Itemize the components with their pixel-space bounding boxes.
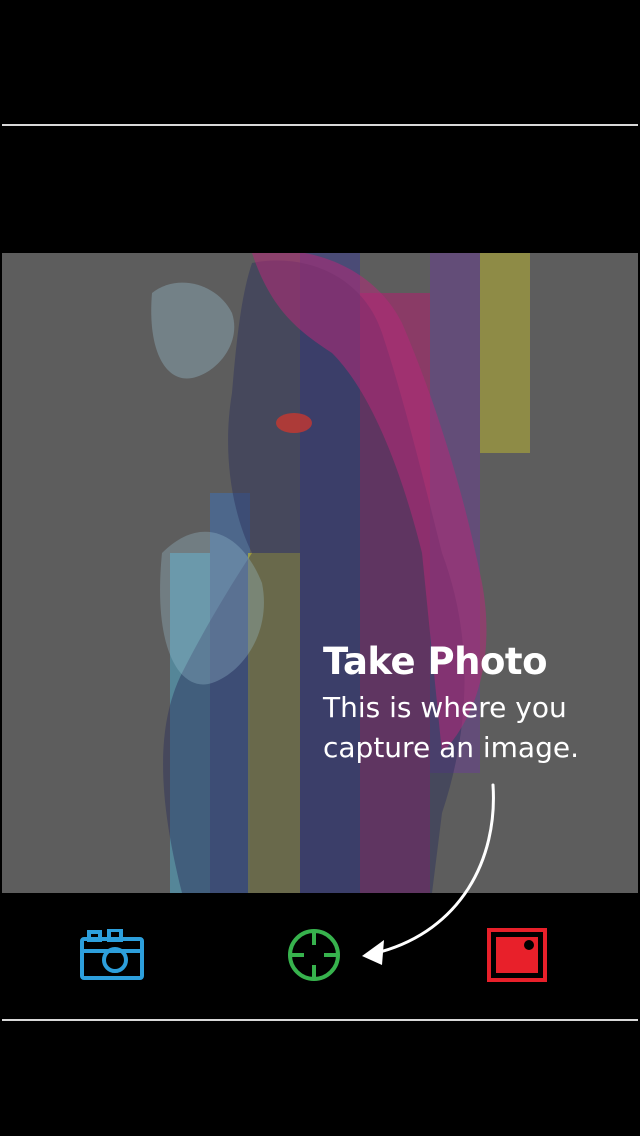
photo-preview (2, 253, 638, 893)
top-divider (2, 124, 638, 126)
take-photo-tooltip: Take Photo This is where you capture an … (323, 638, 623, 768)
camera-icon (80, 929, 144, 980)
crosshair-icon (288, 929, 340, 981)
photo-gallery-icon (487, 928, 547, 982)
tooltip-body: This is where you capture an image. (323, 691, 579, 764)
bottom-toolbar (0, 893, 640, 1019)
capture-button[interactable] (279, 925, 349, 985)
camera-button[interactable] (77, 925, 147, 985)
gallery-button[interactable] (482, 925, 552, 985)
bottom-divider (2, 1019, 638, 1021)
tooltip-title: Take Photo (323, 640, 548, 683)
